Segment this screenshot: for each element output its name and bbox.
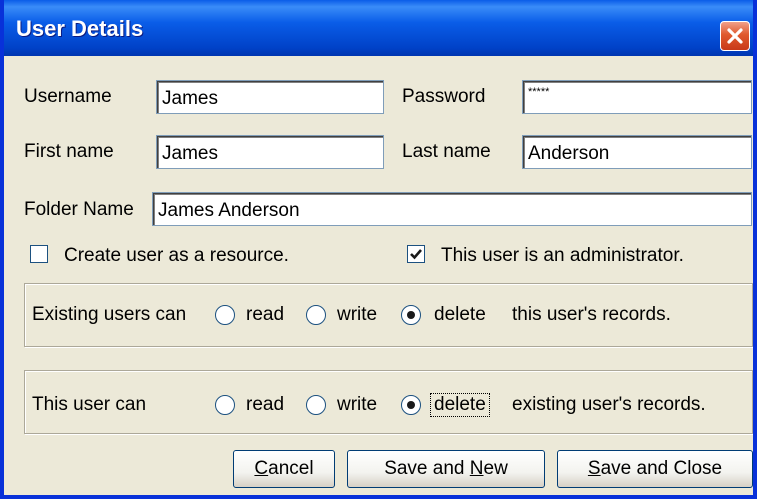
existing-users-prefix: Existing users can [32, 304, 187, 325]
resource-checkbox[interactable] [30, 245, 48, 263]
cancel-mnemonic: C [254, 458, 269, 479]
resource-checkbox-label: Create user as a resource. [64, 245, 289, 266]
user-delete-label: delete [430, 393, 490, 417]
existing-read-radio[interactable] [215, 305, 235, 325]
save-close-mnemonic: S [587, 458, 601, 479]
user-delete-radio[interactable] [401, 395, 421, 415]
existing-write-radio[interactable] [306, 305, 326, 325]
user-read-radio[interactable] [215, 395, 235, 415]
user-read-label: read [246, 394, 285, 415]
existing-delete-label: delete [434, 304, 486, 325]
folder-name-label: Folder Name [24, 199, 134, 220]
save-new-label-pre: Save and [384, 458, 470, 479]
user-details-dialog: User Details Username James Password ***… [0, 0, 757, 499]
checkmark-icon [410, 249, 422, 260]
password-field[interactable]: ***** [522, 80, 752, 114]
radio-selected-dot [407, 401, 415, 409]
user-write-label: write [337, 394, 378, 415]
admin-checkbox[interactable] [407, 245, 425, 263]
user-write-radio[interactable] [306, 395, 326, 415]
radio-selected-dot [407, 311, 415, 319]
this-user-prefix: This user can [32, 394, 147, 415]
cancel-button[interactable]: Cancel [233, 450, 335, 488]
save-and-new-button[interactable]: Save and New [347, 450, 545, 488]
first-name-label: First name [24, 141, 114, 162]
last-name-label: Last name [402, 141, 491, 162]
save-new-mnemonic: N [469, 458, 484, 479]
last-name-field[interactable]: Anderson [522, 135, 752, 169]
window-title: User Details [16, 16, 144, 41]
folder-name-field[interactable]: James Anderson [152, 192, 752, 226]
close-icon [727, 28, 743, 44]
this-user-suffix: existing user's records. [512, 394, 706, 415]
save-close-label: ave and Close [600, 458, 723, 479]
save-new-label-rest: ew [483, 458, 508, 479]
username-field[interactable]: James [156, 80, 384, 114]
admin-checkbox-label: This user is an administrator. [441, 245, 684, 266]
password-label: Password [402, 86, 486, 107]
existing-delete-radio[interactable] [401, 305, 421, 325]
save-and-close-button[interactable]: Save and Close [557, 450, 753, 488]
existing-read-label: read [246, 304, 285, 325]
first-name-field[interactable]: James [156, 135, 384, 169]
username-label: Username [24, 86, 112, 107]
existing-users-suffix: this user's records. [512, 304, 671, 325]
cancel-label: ancel [268, 458, 314, 479]
existing-write-label: write [337, 304, 378, 325]
title-bar[interactable]: User Details [4, 0, 753, 56]
close-button[interactable] [720, 21, 750, 51]
